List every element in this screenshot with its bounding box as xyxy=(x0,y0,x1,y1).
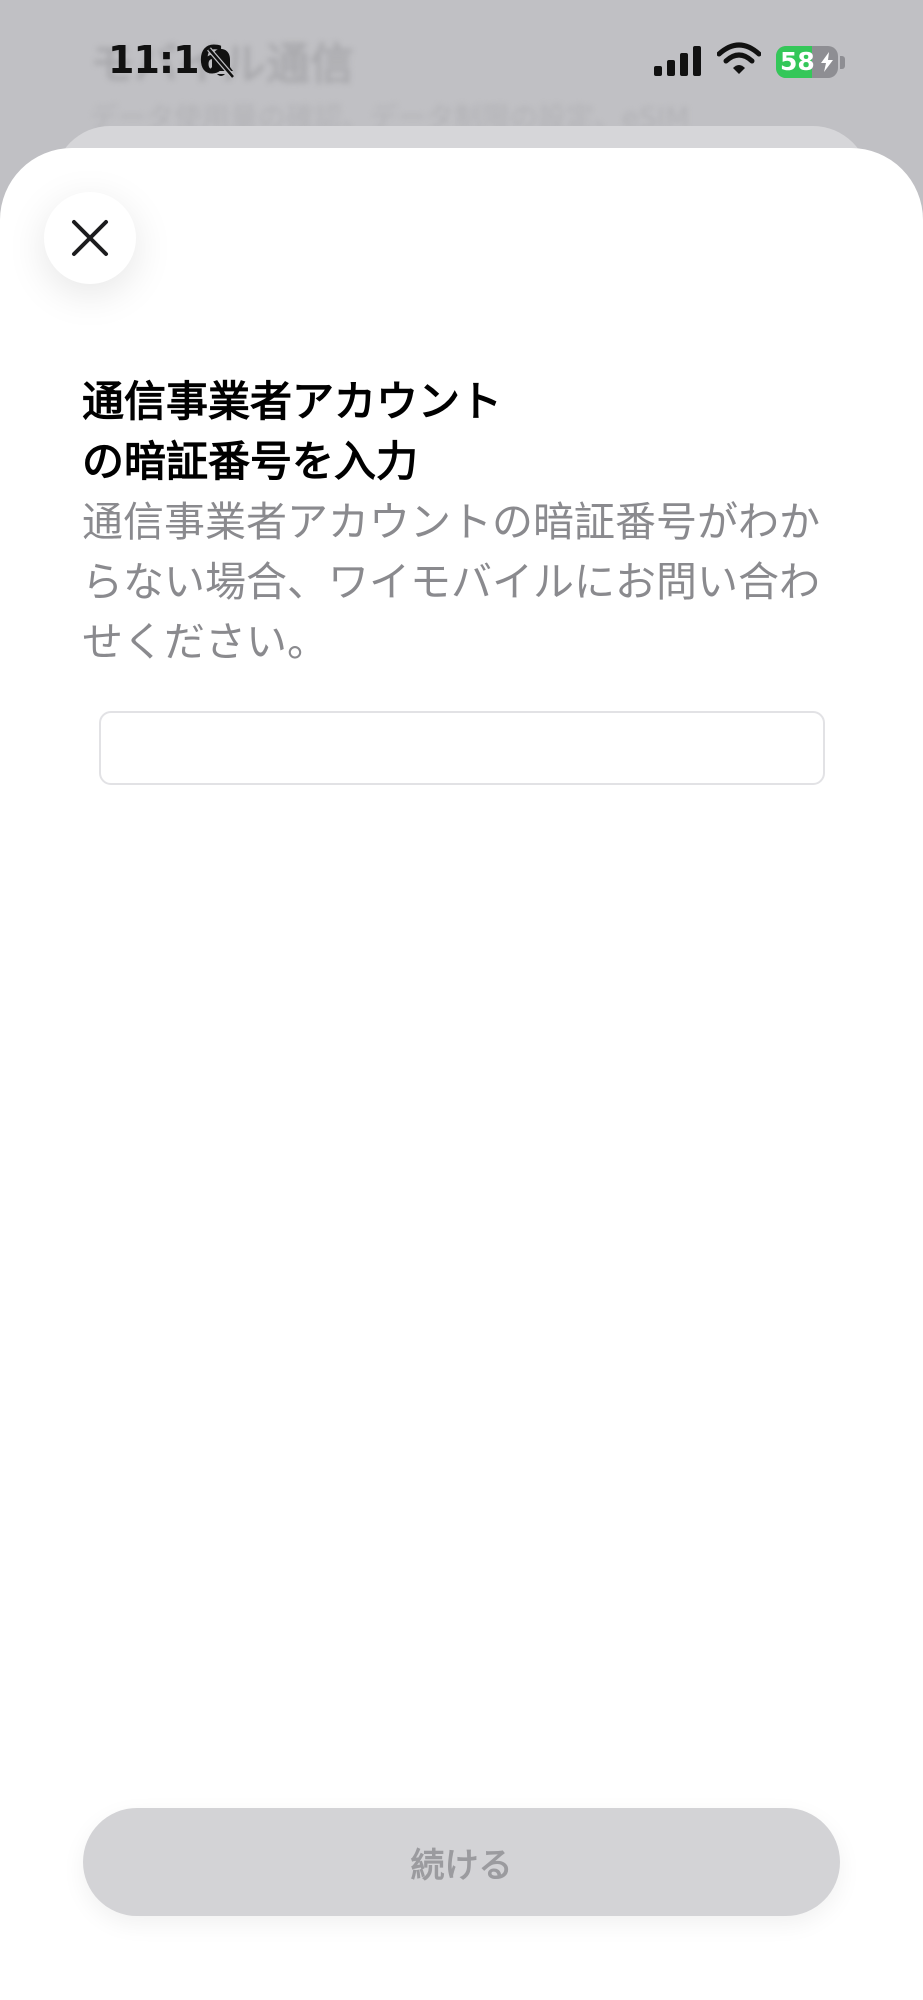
signal-icon xyxy=(654,46,701,76)
close-button[interactable] xyxy=(44,192,136,284)
pin-entry-sheet: 通信事業者アカウント の暗証番号を入力 通信事業者アカウントの暗証番号がわからな… xyxy=(0,148,923,2000)
close-icon xyxy=(72,220,108,256)
sheet-description: 通信事業者アカウントの暗証番号がわからない場合、ワイモバイルにお問い合わせくださ… xyxy=(82,498,820,666)
sheet-title-line2: の暗証番号を入力 xyxy=(82,437,419,486)
pin-input[interactable] xyxy=(99,711,825,785)
battery-indicator: 58 xyxy=(776,46,838,78)
battery-cap xyxy=(840,56,845,69)
battery-charging-icon xyxy=(821,52,833,72)
sheet-title-line1: 通信事業者アカウント xyxy=(82,377,503,426)
bell-slash-icon xyxy=(207,47,235,79)
sheet-title: 通信事業者アカウント の暗証番号を入力 xyxy=(82,372,682,492)
continue-button[interactable]: 続ける xyxy=(83,1808,840,1916)
battery-level: 58 xyxy=(780,47,815,76)
wifi-icon xyxy=(717,42,761,74)
status-bar: 11:16 58 xyxy=(0,0,923,120)
